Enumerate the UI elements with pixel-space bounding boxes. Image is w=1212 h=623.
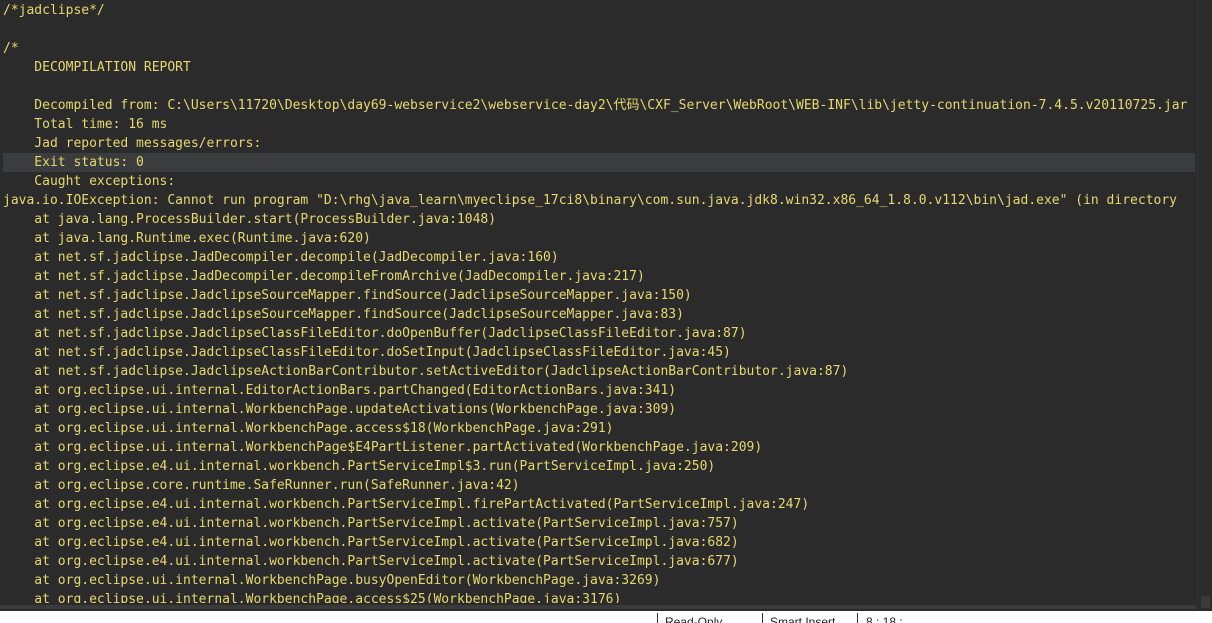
code-line[interactable]: Total time: 16 ms bbox=[3, 115, 1195, 134]
code-line[interactable]: Caught exceptions: bbox=[3, 172, 1195, 191]
code-line[interactable]: at org.eclipse.e4.ui.internal.workbench.… bbox=[3, 514, 1195, 533]
horizontal-scrollbar[interactable] bbox=[0, 603, 1197, 611]
code-line[interactable]: Jad reported messages/errors: bbox=[3, 134, 1195, 153]
code-line[interactable]: at java.lang.Runtime.exec(Runtime.java:6… bbox=[3, 229, 1195, 248]
code-line[interactable]: at net.sf.jadclipse.JadclipseClassFileEd… bbox=[3, 343, 1195, 362]
status-separator bbox=[657, 613, 658, 623]
status-cursor-position: 8 : 18 : ... bbox=[866, 615, 917, 623]
status-read-only: Read-Only bbox=[665, 615, 723, 623]
status-bar: Read-Only Smart Insert 8 : 18 : ... bbox=[0, 611, 1212, 623]
code-line[interactable] bbox=[3, 20, 1195, 39]
code-editor[interactable]: /*jadclipse*/ /* DECOMPILATION REPORT Dec… bbox=[0, 0, 1197, 611]
code-line[interactable]: at net.sf.jadclipse.JadDecompiler.decomp… bbox=[3, 248, 1195, 267]
status-separator bbox=[762, 613, 763, 623]
horizontal-scrollbar-thumb[interactable] bbox=[0, 605, 1196, 609]
code-line[interactable]: java.io.IOException: Cannot run program … bbox=[3, 191, 1195, 210]
code-line[interactable]: /*jadclipse*/ bbox=[3, 1, 1195, 20]
status-separator bbox=[857, 613, 858, 623]
code-line[interactable]: at org.eclipse.core.runtime.SafeRunner.r… bbox=[3, 476, 1195, 495]
vertical-scrollbar[interactable] bbox=[1197, 0, 1212, 611]
code-line[interactable]: at org.eclipse.e4.ui.internal.workbench.… bbox=[3, 495, 1195, 514]
code-line[interactable]: at org.eclipse.e4.ui.internal.workbench.… bbox=[3, 457, 1195, 476]
code-line[interactable]: at net.sf.jadclipse.JadclipseClassFileEd… bbox=[3, 324, 1195, 343]
code-line[interactable]: at org.eclipse.ui.internal.EditorActionB… bbox=[3, 381, 1195, 400]
code-line[interactable]: at org.eclipse.ui.internal.WorkbenchPage… bbox=[3, 438, 1195, 457]
code-line[interactable]: at net.sf.jadclipse.JadclipseSourceMappe… bbox=[3, 286, 1195, 305]
code-line[interactable]: at net.sf.jadclipse.JadclipseActionBarCo… bbox=[3, 362, 1195, 381]
code-line[interactable]: at net.sf.jadclipse.JadclipseSourceMappe… bbox=[3, 305, 1195, 324]
code-text-area[interactable]: /*jadclipse*/ /* DECOMPILATION REPORT Dec… bbox=[3, 1, 1195, 609]
code-line[interactable]: /* bbox=[3, 39, 1195, 58]
code-line[interactable]: at org.eclipse.e4.ui.internal.workbench.… bbox=[3, 533, 1195, 552]
status-insert-mode: Smart Insert bbox=[770, 615, 836, 623]
code-line[interactable]: DECOMPILATION REPORT bbox=[3, 58, 1195, 77]
code-line[interactable]: at org.eclipse.ui.internal.WorkbenchPage… bbox=[3, 571, 1195, 590]
code-line[interactable]: at java.lang.ProcessBuilder.start(Proces… bbox=[3, 210, 1195, 229]
code-line[interactable]: Decompiled from: C:\Users\11720\Desktop\… bbox=[3, 96, 1195, 115]
code-line[interactable]: at org.eclipse.ui.internal.WorkbenchPage… bbox=[3, 400, 1195, 419]
vertical-scrollbar-thumb[interactable] bbox=[1201, 596, 1210, 608]
current-code-line[interactable]: Exit status: 0 bbox=[3, 153, 1195, 172]
code-line[interactable]: at org.eclipse.ui.internal.WorkbenchPage… bbox=[3, 419, 1195, 438]
code-line[interactable] bbox=[3, 77, 1195, 96]
code-line[interactable]: at net.sf.jadclipse.JadDecompiler.decomp… bbox=[3, 267, 1195, 286]
code-line[interactable]: at org.eclipse.e4.ui.internal.workbench.… bbox=[3, 552, 1195, 571]
